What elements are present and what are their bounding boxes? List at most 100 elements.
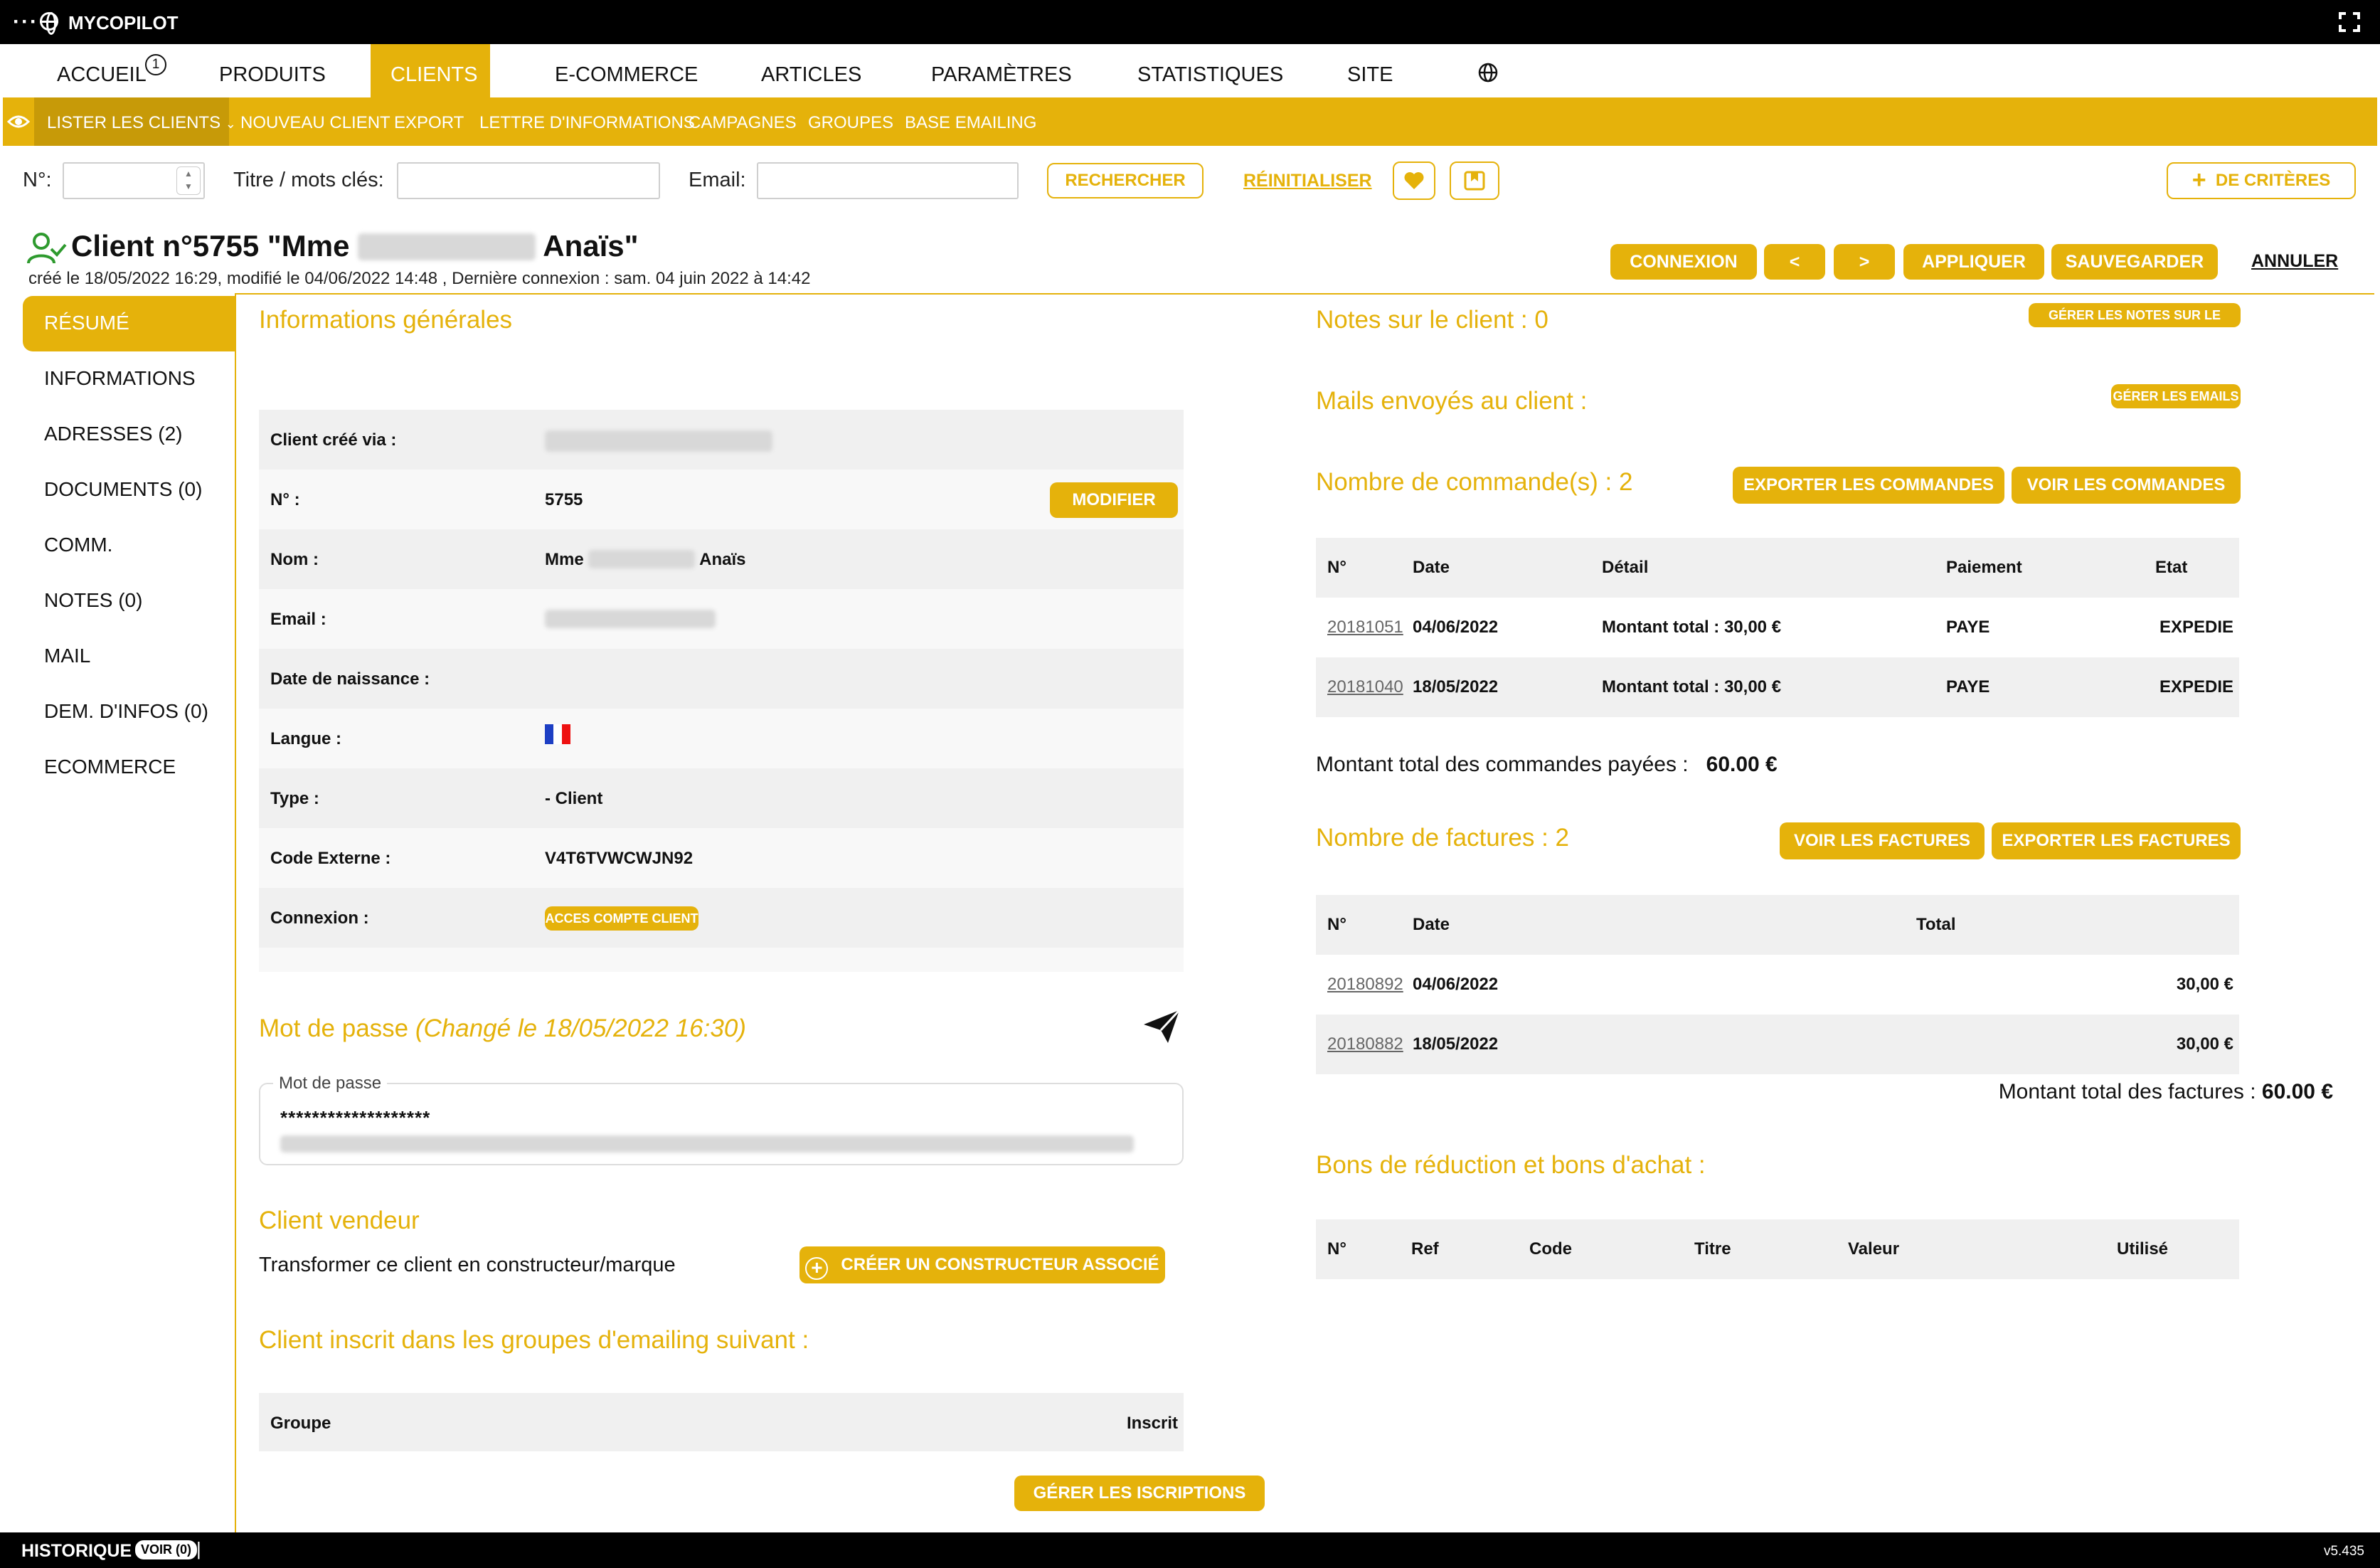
vendor-title: Client vendeur [259,1207,420,1234]
sub-nav: LISTER LES CLIENTS ⌄ NOUVEAU CLIENT EXPO… [3,97,2377,146]
sidebar-item-adresses[interactable]: ADRESSES (2) [44,423,183,445]
name-label: Nom : [270,550,319,569]
fullscreen-icon[interactable] [2339,12,2360,32]
subnav-campagnes[interactable]: CAMPAGNES [689,113,797,133]
password-box[interactable]: ******************* [259,1083,1184,1165]
nav-articles[interactable]: ARTICLES [741,44,881,97]
external-code-value: V4T6TVWCWJN92 [545,849,694,868]
orders-total-label: Montant total des commandes payées : [1316,753,1689,776]
invoice-number-link[interactable]: 20180892 [1327,975,1403,995]
sidebar-item-resume[interactable]: RÉSUMÉ [44,312,129,334]
more-criteria-button[interactable]: + DE CRITÈRES [2167,162,2356,199]
connexion-button[interactable]: CONNEXION [1610,244,1757,280]
globe-icon [40,12,58,35]
subnav-lister-clients[interactable]: LISTER LES CLIENTS ⌄ [47,113,236,133]
invoices-col-number: N° [1327,915,1346,934]
emailing-title: Client inscrit dans les groupes d'emaili… [259,1326,809,1354]
history-view-button[interactable]: VOIR (0) [135,1540,198,1559]
page-subtitle: créé le 18/05/2022 16:29, modifié le 04/… [28,269,811,288]
order-date: 04/06/2022 [1413,618,1499,637]
search-button[interactable]: RECHERCHER [1047,163,1204,198]
cancel-link[interactable]: ANNULER [2251,251,2338,272]
password-hash [280,1135,1134,1156]
export-invoices-button[interactable]: EXPORTER LES FACTURES [1992,822,2241,859]
redacted-name [358,233,536,260]
manage-subscriptions-button[interactable]: GÉRER LES ISCRIPTIONS [1014,1476,1265,1511]
number-stepper[interactable]: ▲ ▼ [176,166,201,195]
keywords-input[interactable] [397,162,660,199]
vouchers-title: Bons de réduction et bons d'achat : [1316,1151,1706,1179]
sidebar-item-notes[interactable]: NOTES (0) [44,589,142,612]
nav-clients[interactable]: CLIENTS [371,44,490,97]
sidebar-item-informations[interactable]: INFORMATIONS [44,367,196,390]
invoice-number-link[interactable]: 20180882 [1327,1034,1403,1054]
france-flag-icon [545,724,570,749]
order-payment: PAYE [1946,618,1990,637]
subnav-base-emailing[interactable]: BASE EMAILING [905,113,1036,133]
type-label: Type : [270,789,319,808]
subnav-export[interactable]: EXPORT [394,113,464,133]
created-via-value [545,430,772,457]
table-row: 20180892 04/06/2022 30,00 € [1316,955,2239,1015]
divider: | [196,1538,201,1559]
subnav-lettre-informations[interactable]: LETTRE D'INFORMATIONS [479,113,695,133]
order-number-link[interactable]: 20181051 [1327,618,1403,637]
language-globe-icon[interactable] [1478,63,1498,83]
row-external-code: Code Externe : V4T6TVWCWJN92 [259,828,1184,888]
previous-button[interactable]: < [1764,244,1825,280]
sidebar-item-comm[interactable]: COMM. [44,534,112,556]
export-orders-button[interactable]: EXPORTER LES COMMANDES [1733,467,2004,504]
number-label: N°: [23,169,52,191]
table-row: 20180882 18/05/2022 30,00 € [1316,1015,2239,1074]
nav-statistiques[interactable]: STATISTIQUES [1117,44,1303,97]
email-label: Email: [689,169,746,191]
info-icon[interactable]: 1 [145,54,166,75]
orders-col-number: N° [1327,558,1346,577]
vouchers-col-number: N° [1327,1239,1346,1259]
table-row: 20181040 18/05/2022 Montant total : 30,0… [1316,657,2239,717]
number-field-value: 5755 [545,490,583,509]
row-connection: Connexion : ACCES COMPTE CLIENT [259,888,1184,948]
view-invoices-button[interactable]: VOIR LES FACTURES [1780,822,1985,859]
invoices-total: Montant total des factures : 60.00 € [1999,1080,2333,1104]
save-button[interactable]: SAUVEGARDER [2051,244,2218,280]
user-check-icon [27,233,67,264]
sidebar-item-mail[interactable]: MAIL [44,645,90,667]
nav-parametres[interactable]: PARAMÈTRES [911,44,1092,97]
manage-notes-button[interactable]: GÉRER LES NOTES SUR LE CLIENT [2029,303,2241,346]
saved-search-button[interactable] [1450,161,1499,200]
client-account-access-button[interactable]: ACCES COMPTE CLIENT [545,906,698,931]
menu-dots-icon[interactable]: ··· [13,10,38,34]
subnav-nouveau-client[interactable]: NOUVEAU CLIENT [240,113,391,133]
number-field-label: N° : [270,490,300,509]
row-name: Nom : Mme Anaïs [259,529,1184,589]
orders-col-status: Etat [2155,558,2188,577]
favorite-button[interactable] [1393,161,1435,200]
invoice-total: 30,00 € [2176,1034,2233,1054]
sidebar-item-documents[interactable]: DOCUMENTS (0) [44,478,202,501]
manage-emails-button[interactable]: GÉRER LES EMAILS [2111,384,2241,408]
type-value: - Client [545,789,603,808]
apply-button[interactable]: APPLIQUER [1903,244,2044,280]
subnav-groupes[interactable]: GROUPES [808,113,893,133]
connection-label: Connexion : [270,909,369,928]
invoices-total-label: Montant total des factures : [1998,1080,2256,1103]
invoices-total-value: 60.00 € [2261,1080,2333,1103]
modify-button[interactable]: MODIFIER [1050,482,1178,518]
email-search-input[interactable] [757,162,1019,199]
next-button[interactable]: > [1834,244,1895,280]
sidebar-item-dem-infos[interactable]: DEM. D'INFOS (0) [44,700,208,723]
reset-link[interactable]: RÉINITIALISER [1243,171,1372,191]
view-orders-button[interactable]: VOIR LES COMMANDES [2012,467,2241,504]
nav-site[interactable]: SITE [1327,44,1413,97]
nav-ecommerce[interactable]: E-COMMERCE [535,44,718,97]
number-input[interactable]: ▲ ▼ [63,162,205,199]
row-birthdate: Date de naissance : [259,649,1184,709]
send-icon[interactable] [1142,1009,1181,1044]
create-brand-button[interactable]: + CRÉER UN CONSTRUCTEUR ASSOCIÉ [799,1246,1165,1283]
row-created-via: Client créé via : [259,410,1184,470]
nav-produits[interactable]: PRODUITS [199,44,346,97]
page-title: Client n°5755 "Mme Anaïs" [71,229,639,263]
sidebar-item-ecommerce[interactable]: ECOMMERCE [44,756,176,778]
order-number-link[interactable]: 20181040 [1327,677,1403,697]
